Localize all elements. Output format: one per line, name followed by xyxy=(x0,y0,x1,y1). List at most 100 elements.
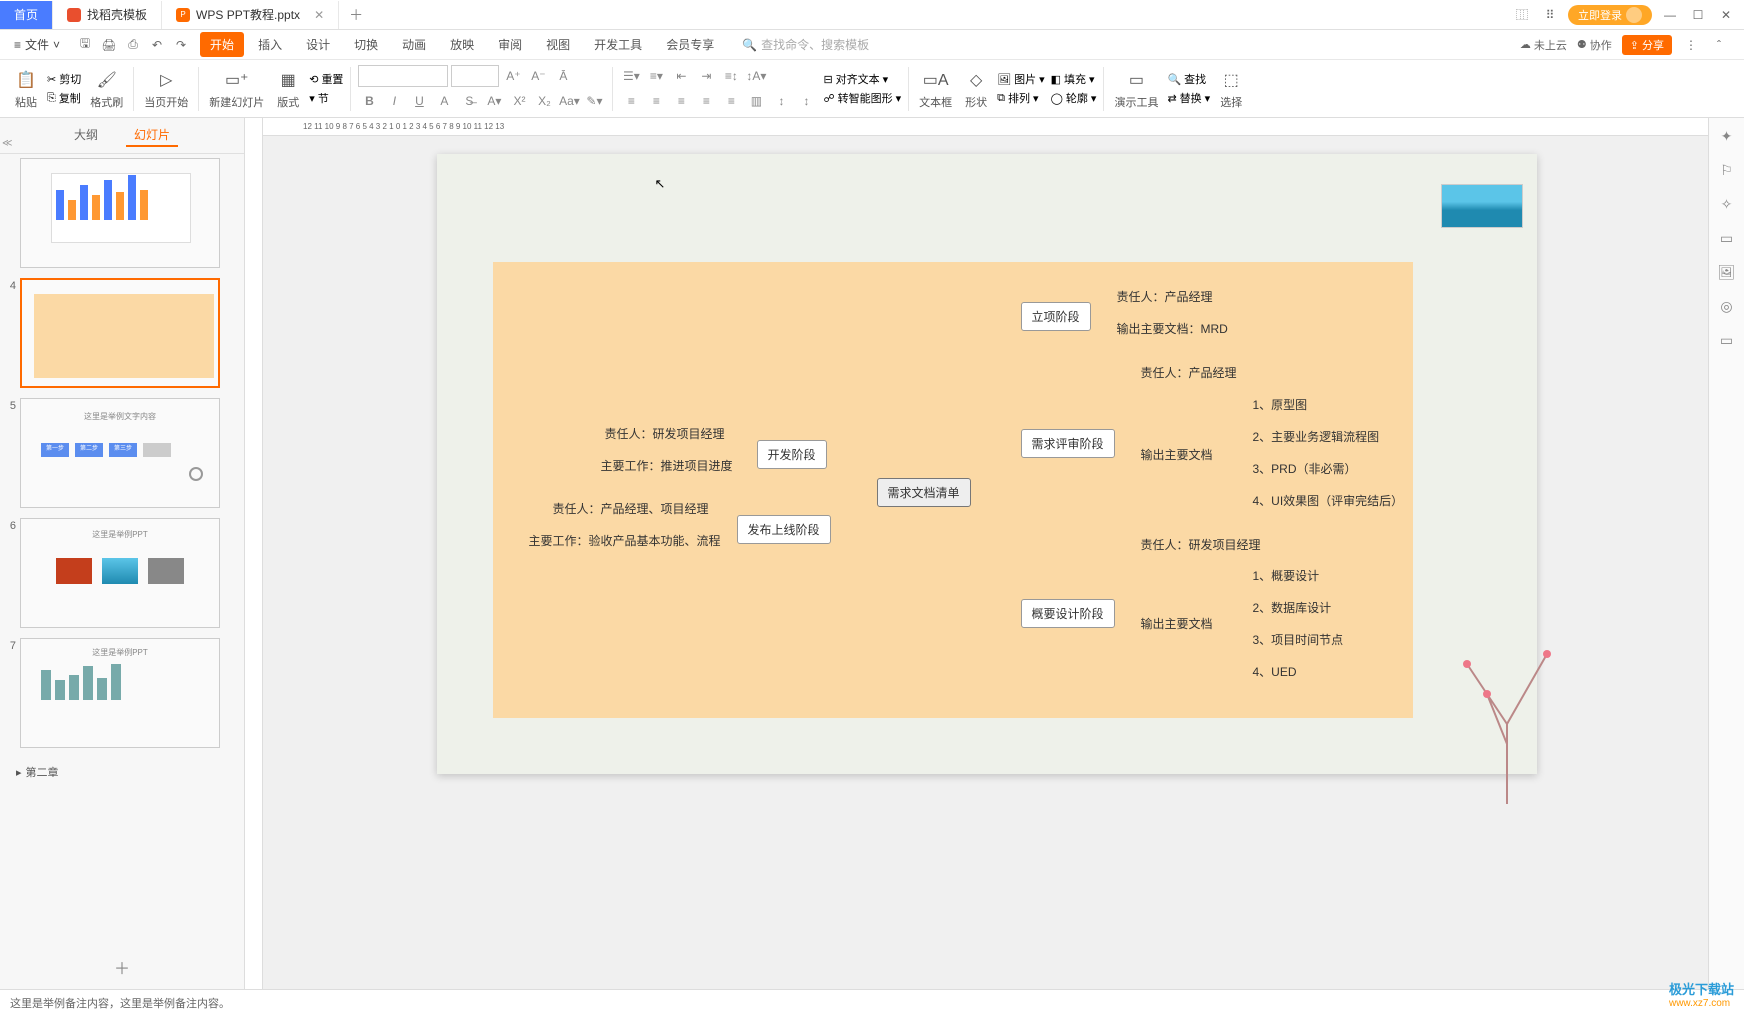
slide-canvas[interactable]: ↖ 需求文档清单 开发阶段 责任人：研发项目经理 主要工作：推进项目进度 发布上… xyxy=(437,154,1537,774)
format-painter[interactable]: 🖌格式刷 xyxy=(84,68,129,110)
line-spacing-icon[interactable]: ≡↕ xyxy=(720,65,742,87)
spacing2-icon[interactable]: ↕ xyxy=(795,90,817,112)
align-center-icon[interactable]: ≡ xyxy=(645,90,667,112)
slide-thumb-4[interactable]: 4 xyxy=(6,278,238,388)
bold-icon[interactable]: B xyxy=(358,90,380,112)
from-current-button[interactable]: ▷当页开始 xyxy=(138,68,194,110)
align-left-icon[interactable]: ≡ xyxy=(620,90,642,112)
superscript-icon[interactable]: X² xyxy=(508,90,530,112)
rail-ai-icon[interactable]: ✦ xyxy=(1717,126,1737,146)
italic-icon[interactable]: I xyxy=(383,90,405,112)
search-input[interactable]: 🔍 查找命令、搜索模板 xyxy=(742,36,869,53)
menu-vip[interactable]: 会员专享 xyxy=(656,32,724,57)
share-button[interactable]: ⇪ 分享 xyxy=(1622,35,1672,55)
chevron-up-icon[interactable]: ˆ xyxy=(1710,36,1728,54)
convert-smart-button[interactable]: ☍ 转智能图形 ▾ xyxy=(823,90,901,106)
font-color-icon[interactable]: A▾ xyxy=(483,90,505,112)
select-button[interactable]: ⬚选择 xyxy=(1213,68,1249,110)
strikethrough-icon[interactable]: S̶ xyxy=(458,90,480,112)
close-icon[interactable]: ✕ xyxy=(314,8,324,22)
tab-current-file[interactable]: PWPS PPT教程.pptx✕ xyxy=(162,1,339,29)
menu-start[interactable]: 开始 xyxy=(200,32,244,57)
add-slide-button[interactable]: ＋ xyxy=(0,945,244,989)
columns-icon[interactable]: ▥ xyxy=(745,90,767,112)
section-button[interactable]: ▾ 节 xyxy=(309,90,343,106)
redo-icon[interactable]: ↷ xyxy=(172,36,190,54)
close-window-icon[interactable]: ✕ xyxy=(1716,5,1736,25)
rail-template-icon[interactable]: ✧ xyxy=(1717,194,1737,214)
shape-button[interactable]: ◇形状 xyxy=(958,68,994,110)
menu-view[interactable]: 视图 xyxy=(536,32,580,57)
demo-tool-button[interactable]: ▭演示工具 xyxy=(1108,68,1164,110)
menu-insert[interactable]: 插入 xyxy=(248,32,292,57)
text-direction-icon[interactable]: ↕A▾ xyxy=(745,65,767,87)
slide-thumb-6[interactable]: 6 这里是举例PPT xyxy=(6,518,238,628)
replace-button[interactable]: ⇄ 替换 ▾ xyxy=(1167,90,1210,106)
tab-add[interactable]: ＋ xyxy=(339,5,373,25)
cut-button[interactable]: ✂ 剪切 xyxy=(47,71,81,87)
undo-icon[interactable]: ↶ xyxy=(148,36,166,54)
more-icon[interactable]: ⋮ xyxy=(1682,36,1700,54)
thumbnails[interactable]: 4 5 这里是举例文字内容第一步第二步第三步 6 这里是举例PPT 7 这里是举… xyxy=(0,154,244,945)
menu-design[interactable]: 设计 xyxy=(296,32,340,57)
slide-thumb-5[interactable]: 5 这里是举例文字内容第一步第二步第三步 xyxy=(6,398,238,508)
align-text-button[interactable]: ⊟ 对齐文本 ▾ xyxy=(823,71,901,87)
increase-font-icon[interactable]: A⁺ xyxy=(502,65,524,87)
menu-slideshow[interactable]: 放映 xyxy=(440,32,484,57)
bullets-icon[interactable]: ☰▾ xyxy=(620,65,642,87)
apps-icon[interactable]: ⠿ xyxy=(1540,5,1560,25)
arrange-button[interactable]: ⧉ 排列 ▾ xyxy=(997,90,1045,106)
section-label[interactable]: ▸ 第二章 xyxy=(6,758,238,786)
rail-resources-icon[interactable]: ▭ xyxy=(1717,228,1737,248)
subscript-icon[interactable]: X₂ xyxy=(533,90,555,112)
panel-layout-icon[interactable]: ⿲ xyxy=(1512,5,1532,25)
find-button[interactable]: 🔍 查找 xyxy=(1167,71,1210,87)
fill-button[interactable]: ◧ 填充 ▾ xyxy=(1051,71,1097,87)
rail-notes-icon[interactable]: ▭ xyxy=(1717,330,1737,350)
menu-devtools[interactable]: 开发工具 xyxy=(584,32,652,57)
underline-icon[interactable]: U xyxy=(408,90,430,112)
menu-transition[interactable]: 切换 xyxy=(344,32,388,57)
tab-docao-template[interactable]: 找稻壳模板 xyxy=(53,1,162,29)
print-preview-icon[interactable]: ⎙ xyxy=(124,36,142,54)
highlight-icon[interactable]: ✎▾ xyxy=(583,90,605,112)
distribute-icon[interactable]: ≡ xyxy=(720,90,742,112)
maximize-icon[interactable]: ☐ xyxy=(1688,5,1708,25)
numbering-icon[interactable]: ≡▾ xyxy=(645,65,667,87)
increase-indent-icon[interactable]: ⇥ xyxy=(695,65,717,87)
cloud-status[interactable]: ☁ 未上云 xyxy=(1520,37,1567,53)
new-slide-button[interactable]: ▭⁺新建幻灯片 xyxy=(203,68,270,110)
reset-button[interactable]: ⟲ 重置 xyxy=(309,71,343,87)
collapse-panel-icon[interactable]: ≪ xyxy=(2,138,12,149)
rail-settings-icon[interactable]: ⚐ xyxy=(1717,160,1737,180)
text-shadow-icon[interactable]: A xyxy=(433,90,455,112)
slide-thumb-7[interactable]: 7 这里是举例PPT xyxy=(6,638,238,748)
decrease-indent-icon[interactable]: ⇤ xyxy=(670,65,692,87)
font-select[interactable] xyxy=(358,65,448,87)
minimize-icon[interactable]: — xyxy=(1660,5,1680,25)
clear-format-icon[interactable]: Ā xyxy=(552,65,574,87)
layout-button[interactable]: ▦版式 xyxy=(270,68,306,110)
justify-icon[interactable]: ≡ xyxy=(695,90,717,112)
save-icon[interactable]: 🖫 xyxy=(76,36,94,54)
tab-home[interactable]: 首页 xyxy=(0,1,53,29)
collab-button[interactable]: ⚉ 协作 xyxy=(1577,37,1612,53)
change-case-icon[interactable]: Aa▾ xyxy=(558,90,580,112)
rail-image-icon[interactable]: 🖼 xyxy=(1717,262,1737,282)
file-menu[interactable]: ≡ 文件 ˅ xyxy=(8,36,66,53)
font-size-select[interactable] xyxy=(451,65,499,87)
rail-tool-icon[interactable]: ◎ xyxy=(1717,296,1737,316)
panel-tab-slides[interactable]: 幻灯片 xyxy=(126,124,178,147)
canvas[interactable]: ↖ 需求文档清单 开发阶段 责任人：研发项目经理 主要工作：推进项目进度 发布上… xyxy=(245,118,1708,989)
menu-review[interactable]: 审阅 xyxy=(488,32,532,57)
outline-button[interactable]: ◯ 轮廓 ▾ xyxy=(1051,90,1097,106)
login-button[interactable]: 立即登录 xyxy=(1568,5,1652,25)
panel-tab-outline[interactable]: 大纲 xyxy=(66,124,106,147)
copy-button[interactable]: ⎘ 复制 xyxy=(47,90,81,106)
picture-button[interactable]: 🖼 图片 ▾ xyxy=(997,71,1045,87)
menu-animation[interactable]: 动画 xyxy=(392,32,436,57)
decrease-font-icon[interactable]: A⁻ xyxy=(527,65,549,87)
textbox-button[interactable]: ▭A文本框 xyxy=(913,68,958,110)
paste-group[interactable]: 📋粘贴 xyxy=(8,68,44,110)
spacing-icon[interactable]: ↕ xyxy=(770,90,792,112)
